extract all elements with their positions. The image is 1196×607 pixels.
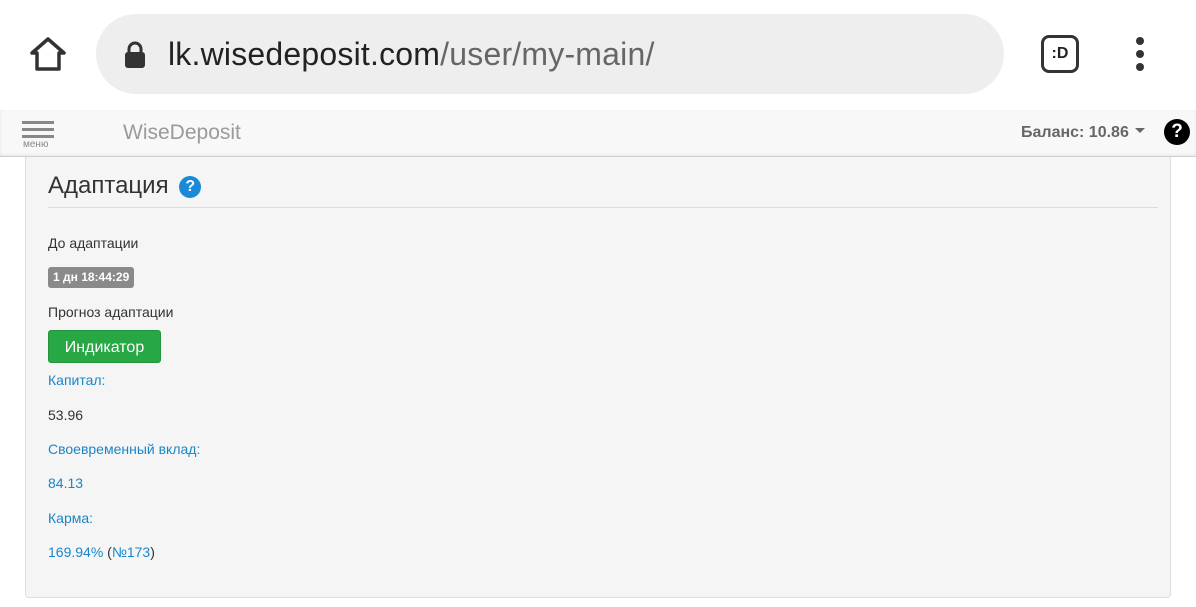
hamburger-icon-bar <box>22 128 54 131</box>
until-adaptation-label: До адаптации <box>48 235 139 251</box>
divider <box>48 207 1158 208</box>
countdown-badge: 1 дн 18:44:29 <box>48 267 135 288</box>
home-icon[interactable] <box>24 30 72 78</box>
panel-title: Адаптация ? <box>48 171 202 201</box>
forecast-label: Прогноз адаптации <box>48 304 174 320</box>
address-bar[interactable]: lk.wisedeposit.com/user/my-main/ <box>96 14 1004 94</box>
timely-deposit-value[interactable]: 84.13 <box>48 474 83 492</box>
browser-toolbar: lk.wisedeposit.com/user/my-main/ :D <box>0 0 1196 110</box>
karma-rank-link[interactable]: №173 <box>112 544 150 560</box>
balance-dropdown[interactable]: Баланс: 10.86 <box>1021 123 1145 143</box>
brand-logo[interactable]: WiseDeposit <box>123 120 241 146</box>
panel-title-text: Адаптация <box>48 172 169 199</box>
more-options-icon[interactable] <box>1130 30 1150 78</box>
question-icon[interactable]: ? <box>179 176 202 198</box>
help-icon[interactable]: ? <box>1164 119 1190 145</box>
capital-label: Капитал: <box>48 372 106 388</box>
hamburger-icon-bar <box>22 135 54 138</box>
adaptation-panel: Адаптация ? До адаптации 1 дн 18:44:29 П… <box>25 157 1171 598</box>
capital-value: 53.96 <box>48 407 84 423</box>
karma-percent-link[interactable]: 169.94% <box>48 544 103 560</box>
tab-switcher-button[interactable]: :D <box>1041 35 1079 73</box>
url-host: lk.wisedeposit.com <box>168 36 441 72</box>
page-content: Адаптация ? До адаптации 1 дн 18:44:29 П… <box>0 157 1196 607</box>
caret-down-icon <box>1134 128 1145 134</box>
karma-value: 169.94% (№173) <box>48 544 155 560</box>
url-text[interactable]: lk.wisedeposit.com/user/my-main/ <box>168 34 655 74</box>
balance-label: Баланс: 10.86 <box>1021 124 1129 141</box>
menu-toggle-button[interactable]: меню <box>22 120 56 154</box>
site-navbar: меню WiseDeposit Баланс: 10.86 ? <box>0 110 1196 157</box>
lock-icon <box>122 40 148 70</box>
hamburger-icon <box>22 121 54 124</box>
karma-label: Карма: <box>48 510 94 526</box>
url-path: /user/my-main/ <box>440 36 655 72</box>
menu-label: меню <box>23 139 49 150</box>
indicator-button[interactable]: Индикатор <box>48 330 161 363</box>
timely-deposit-label: Своевременный вклад: <box>48 441 201 457</box>
